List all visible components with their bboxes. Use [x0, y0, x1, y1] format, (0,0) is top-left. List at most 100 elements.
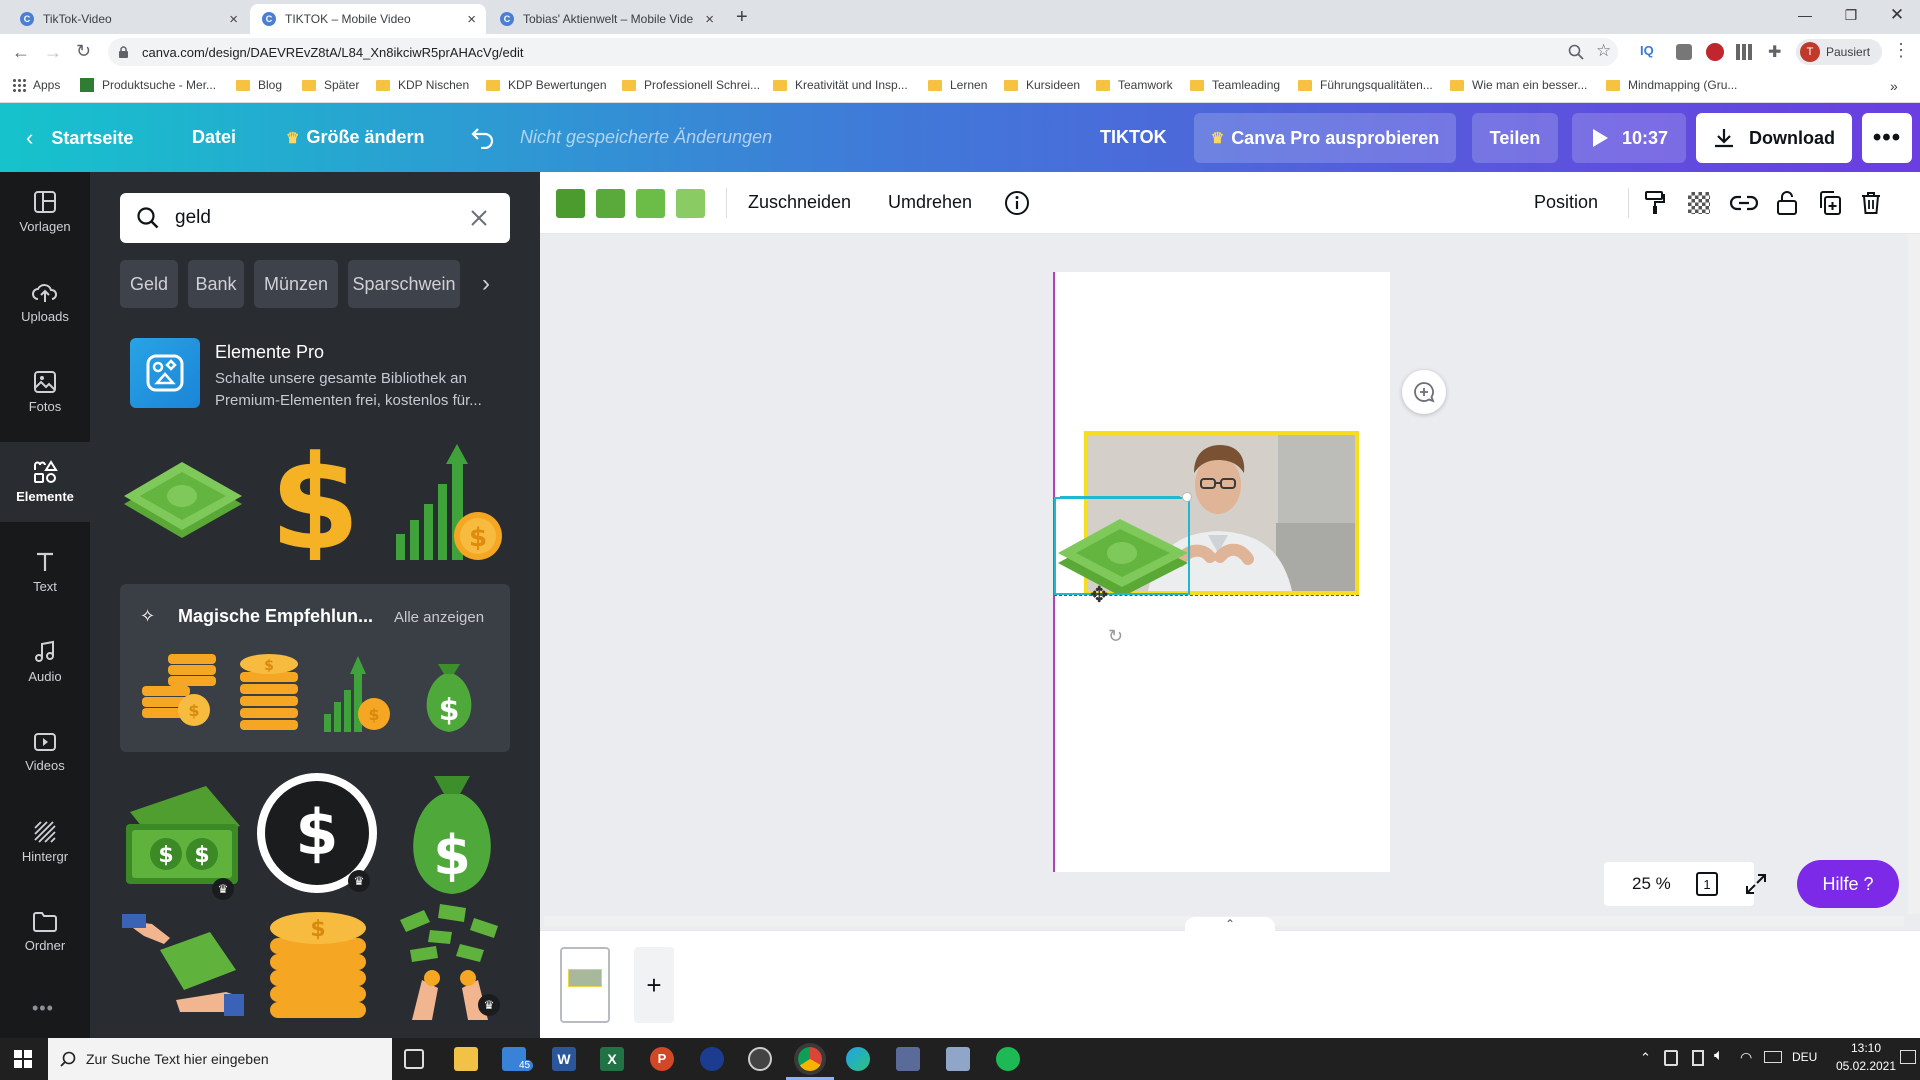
suggestion-chip[interactable]: Münzen [254, 260, 338, 308]
vertical-scrollbar[interactable] [1908, 234, 1920, 914]
nav-folder[interactable]: Ordner [0, 892, 90, 972]
obs-icon[interactable] [748, 1047, 772, 1071]
download-button[interactable]: Download [1696, 113, 1852, 163]
try-pro-button[interactable]: ♛ Canva Pro ausprobieren [1194, 113, 1456, 163]
coin-tower-element[interactable]: $ [238, 650, 302, 734]
profile-button[interactable]: T Pausiert [1796, 39, 1882, 65]
app-icon[interactable] [896, 1047, 920, 1071]
close-tab-icon[interactable]: × [467, 11, 476, 28]
nav-uploads[interactable]: Uploads [0, 262, 90, 342]
cash-dollars-element[interactable]: $ $ ♛ [120, 778, 246, 900]
notifications-icon[interactable] [1900, 1050, 1916, 1064]
bookmark-item[interactable]: KDP Nischen [376, 78, 469, 92]
clock-date[interactable]: 05.02.2021 [1828, 1059, 1904, 1073]
restore-button[interactable]: ❐ [1828, 0, 1874, 30]
bookmark-apps[interactable]: Apps [12, 78, 60, 92]
bookmark-item[interactable]: KDP Bewertungen [486, 78, 607, 92]
expand-pages-icon[interactable]: ⌃ [1185, 917, 1275, 931]
taskbar-search[interactable]: Zur Suche Text hier eingeben [48, 1038, 392, 1080]
hand-giving-money-element[interactable] [120, 910, 246, 1020]
new-tab-button[interactable]: + [736, 6, 748, 29]
home-button[interactable]: ‹ Startseite [26, 125, 133, 151]
fullscreen-icon[interactable] [1744, 872, 1768, 896]
nav-videos[interactable]: Videos [0, 712, 90, 792]
nav-elements[interactable]: Elemente [0, 442, 90, 522]
chrome-icon[interactable] [798, 1047, 822, 1071]
money-bill-element[interactable] [120, 444, 246, 554]
bookmark-item[interactable]: Teamleading [1190, 78, 1280, 92]
undo-icon[interactable] [470, 125, 496, 149]
gold-coins-element[interactable]: $ [264, 900, 374, 1022]
link-icon[interactable] [1730, 194, 1758, 212]
nav-text[interactable]: Text [0, 532, 90, 612]
resize-button[interactable]: ♛ Größe ändern [286, 127, 424, 148]
help-button[interactable]: Hilfe ? [1797, 860, 1899, 908]
wifi-icon[interactable]: ◠ [1740, 1049, 1752, 1066]
resize-handle[interactable] [1182, 492, 1192, 502]
nav-photos[interactable]: Fotos [0, 352, 90, 432]
money-bag-element[interactable]: $ [396, 770, 508, 896]
page-thumbnail[interactable] [560, 947, 610, 1023]
more-apps-icon[interactable]: ••• [32, 998, 54, 1019]
bookmark-item[interactable]: Produktsuche - Mer... [80, 78, 216, 92]
close-tab-icon[interactable]: × [229, 11, 238, 28]
color-swatch[interactable] [556, 189, 585, 218]
see-all-link[interactable]: Alle anzeigen [394, 609, 484, 626]
suggestion-chip[interactable]: Geld [120, 260, 178, 308]
growth-chart-coin-element[interactable]: $ [320, 650, 396, 734]
windows-start-icon[interactable] [14, 1050, 32, 1068]
nav-background[interactable]: Hintergr [0, 802, 90, 882]
excel-icon[interactable]: X [600, 1047, 624, 1071]
browser-tab-active[interactable]: C TIKTOK – Mobile Video × [250, 4, 486, 34]
more-options-button[interactable]: ••• [1862, 113, 1912, 163]
close-window-button[interactable]: ✕ [1874, 0, 1920, 30]
spotify-icon[interactable] [996, 1047, 1020, 1071]
position-button[interactable]: Position [1534, 192, 1598, 213]
info-icon[interactable] [1004, 190, 1030, 216]
minimize-button[interactable]: — [1782, 0, 1828, 30]
color-swatch[interactable] [636, 189, 665, 218]
bookmark-item[interactable]: Wie man ein besser... [1450, 78, 1587, 92]
suggestion-chip[interactable]: Sparschwein [348, 260, 460, 308]
volume-icon[interactable]: 🔈︎ [1714, 1047, 1724, 1065]
adblock-icon[interactable] [1706, 43, 1724, 61]
keyboard-icon[interactable] [1764, 1051, 1782, 1063]
word-icon[interactable]: W [552, 1047, 576, 1071]
zoom-icon[interactable] [1568, 44, 1584, 60]
notepad-icon[interactable] [946, 1047, 970, 1071]
page-count-button[interactable]: 1 [1696, 872, 1718, 896]
edge-icon[interactable] [846, 1047, 870, 1071]
dollar-circle-element[interactable]: $ ♛ [254, 770, 380, 896]
design-title[interactable]: TIKTOK [1100, 127, 1167, 148]
money-rain-element[interactable]: ♛ [390, 900, 510, 1022]
coin-stack-element[interactable]: $ [138, 652, 222, 732]
bookmark-item[interactable]: Kreativität und Insp... [773, 78, 908, 92]
bookmark-item[interactable]: Professionell Schrei... [622, 78, 760, 92]
duplicate-icon[interactable] [1818, 190, 1842, 216]
color-swatch[interactable] [676, 189, 705, 218]
bookmark-item[interactable]: Blog [236, 78, 282, 92]
apps-extension-icon[interactable] [1736, 44, 1752, 60]
promo-title[interactable]: Elemente Pro [215, 342, 324, 363]
search-input[interactable]: geld [175, 207, 211, 229]
bookmark-item[interactable]: Lernen [928, 78, 987, 92]
iq-extension-icon[interactable]: IQ [1640, 43, 1654, 58]
growth-chart-element[interactable]: $ [390, 438, 510, 564]
nav-templates[interactable]: Vorlagen [0, 172, 90, 252]
task-view-icon[interactable] [404, 1049, 424, 1069]
color-swatch[interactable] [596, 189, 625, 218]
bookmark-item[interactable]: Führungsqualitäten... [1298, 78, 1433, 92]
suggestion-chip[interactable]: Bank [188, 260, 244, 308]
file-menu-button[interactable]: Datei [192, 127, 236, 148]
menu-dots-icon[interactable]: ⋮ [1892, 40, 1910, 61]
crop-button[interactable]: Zuschneiden [748, 192, 851, 213]
paint-roller-icon[interactable] [1644, 190, 1666, 216]
rotate-handle-icon[interactable]: ↻ [1108, 626, 1123, 647]
more-bookmarks-icon[interactable]: » [1890, 78, 1898, 94]
bookmark-item[interactable]: Teamwork [1096, 78, 1173, 92]
dollar-sign-element[interactable]: $ [260, 440, 370, 560]
extension-icon[interactable] [1676, 44, 1692, 60]
url-field[interactable]: canva.com/design/DAEVREvZ8tA/L84_Xn8ikci… [108, 38, 1618, 66]
browser-tab[interactable]: C TikTok-Video × [8, 4, 248, 34]
zoom-level[interactable]: 25 % [1632, 874, 1671, 894]
